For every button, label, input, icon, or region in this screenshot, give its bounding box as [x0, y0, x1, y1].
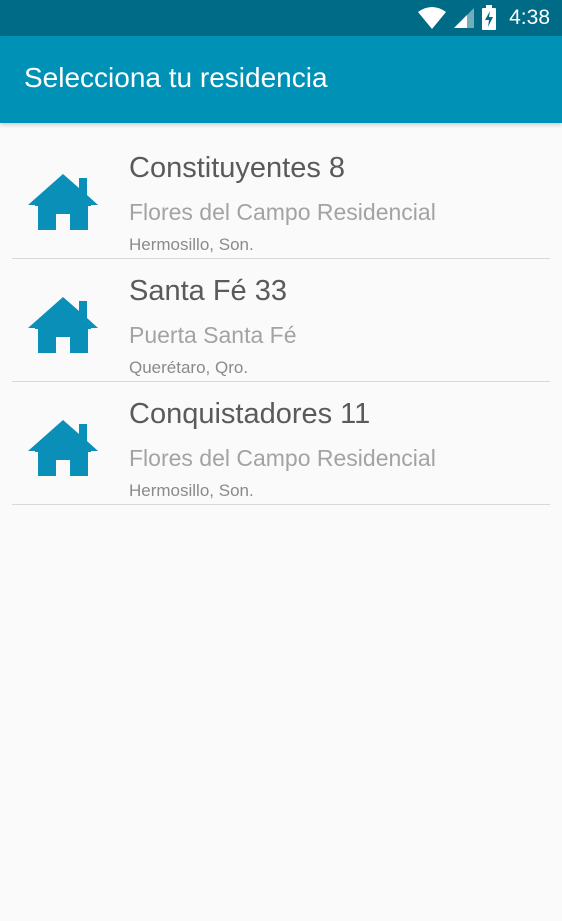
residence-city: Hermosillo, Son.	[129, 481, 254, 500]
residence-list: Constituyentes 8 Flores del Campo Reside…	[0, 136, 562, 505]
residence-development: Flores del Campo Residencial	[129, 445, 436, 471]
status-time: 4:38	[509, 6, 550, 29]
house-icon	[28, 420, 98, 476]
divider	[12, 504, 550, 505]
residence-city: Hermosillo, Son.	[129, 235, 254, 254]
list-item[interactable]: Santa Fé 33 Puerta Santa Fé Querétaro, Q…	[0, 259, 562, 382]
house-icon	[28, 174, 98, 230]
status-bar: 4:38	[0, 0, 562, 36]
residence-name: Conquistadores 11	[129, 398, 371, 430]
page-title: Selecciona tu residencia	[24, 62, 328, 93]
app-bar: Selecciona tu residencia	[0, 36, 562, 123]
residence-name: Constituyentes 8	[129, 152, 346, 184]
battery-charging-icon	[482, 5, 497, 30]
residence-name: Santa Fé 33	[129, 275, 287, 307]
list-item[interactable]: Conquistadores 11 Flores del Campo Resid…	[0, 382, 562, 505]
residence-development: Puerta Santa Fé	[129, 322, 297, 348]
residence-development: Flores del Campo Residencial	[129, 199, 436, 225]
status-icons: 4:38	[417, 0, 550, 36]
list-item[interactable]: Constituyentes 8 Flores del Campo Reside…	[0, 136, 562, 259]
residence-city: Querétaro, Qro.	[129, 358, 249, 377]
signal-icon	[454, 8, 475, 28]
house-icon	[28, 297, 98, 353]
wifi-icon	[418, 7, 447, 29]
